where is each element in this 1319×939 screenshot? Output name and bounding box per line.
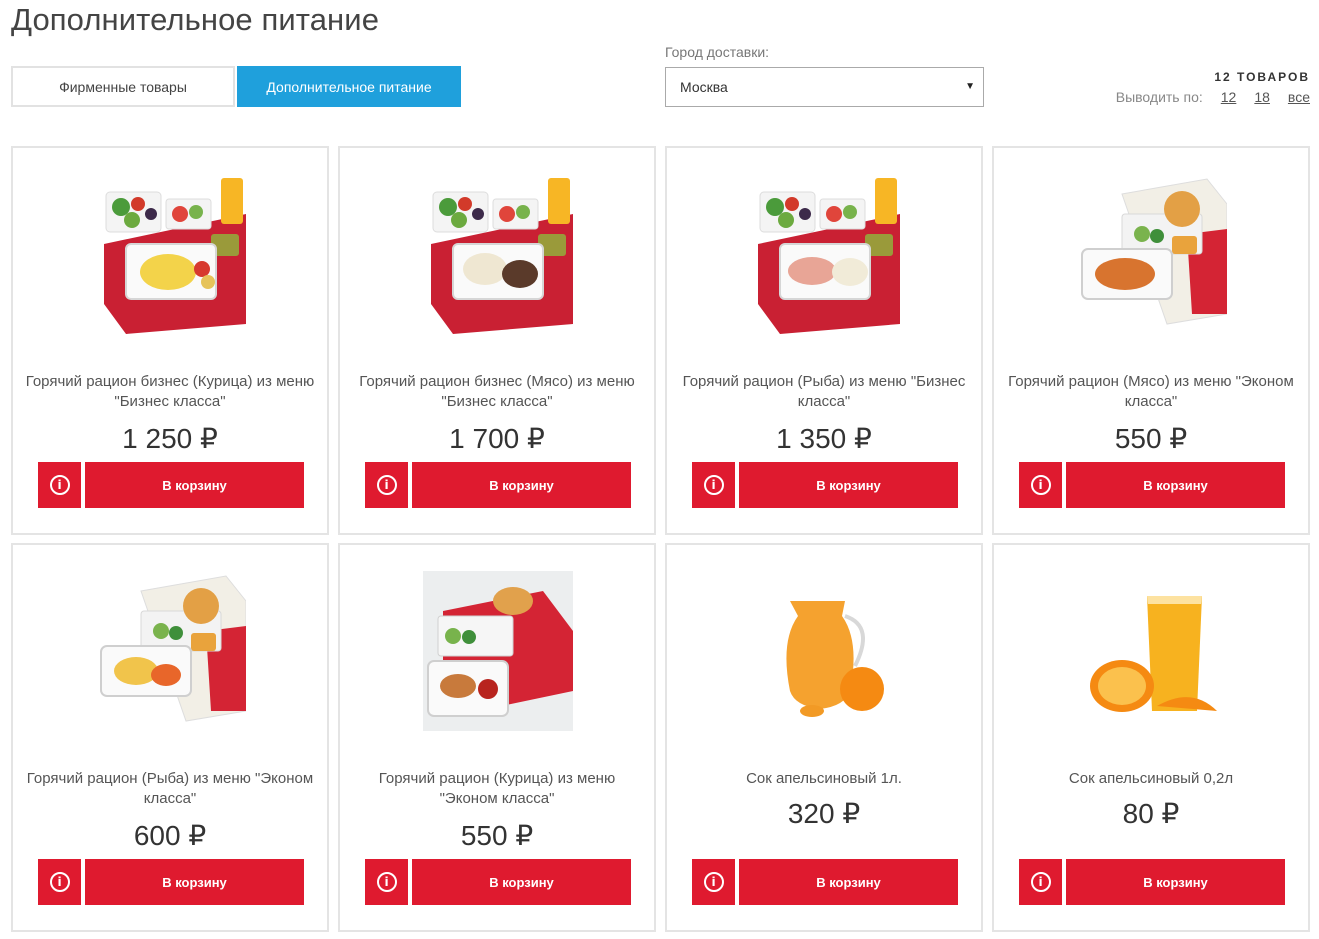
chevron-down-icon: ▼ [965,81,975,92]
per-page-12[interactable]: 12 [1221,89,1237,105]
per-page-all[interactable]: все [1288,89,1310,105]
product-price: 1 700 ₽ [449,423,545,454]
product-image[interactable] [750,571,900,731]
per-page-selector: Выводить по: 12 18 все [1116,89,1310,105]
city-label: Город доставки: [665,44,770,60]
add-to-cart-button[interactable]: В корзину [412,859,631,905]
info-button[interactable]: i [1019,859,1062,905]
category-tabs: Фирменные товары Дополнительное питание [11,66,461,107]
page-title: Дополнительное питание [11,2,380,37]
info-icon: i [376,872,397,892]
info-button[interactable]: i [692,859,735,905]
product-card: Сок апельсиновый 0,2л 80 ₽ i В корзину [992,543,1310,932]
product-name: Сок апельсиновый 1л. [746,770,902,787]
info-button[interactable]: i [38,462,81,508]
product-image[interactable] [96,571,246,731]
info-button[interactable]: i [38,859,81,905]
per-page-label: Выводить по: [1115,89,1203,105]
product-name: Горячий рацион бизнес (Мясо) из меню "Би… [359,373,635,410]
product-price: 320 ₽ [787,798,861,829]
info-icon: i [49,475,70,495]
add-to-cart-button[interactable]: В корзину [85,462,304,508]
product-image[interactable] [96,174,246,334]
product-name: Горячий рацион (Мясо) из меню "Эконом кл… [1008,373,1294,410]
product-price: 550 ₽ [1114,423,1188,454]
info-icon: i [1030,475,1051,495]
info-icon: i [1030,872,1051,892]
product-image[interactable] [1077,571,1227,731]
product-price: 80 ₽ [1122,798,1180,829]
info-button[interactable]: i [1019,462,1062,508]
city-select[interactable]: Москва ▼ [665,67,984,107]
city-select-value: Москва [680,79,728,95]
product-name: Горячий рацион бизнес (Курица) из меню "… [25,373,315,410]
tab-extra-meals[interactable]: Дополнительное питание [237,66,461,107]
product-card: Горячий рацион (Курица) из меню "Эконом … [338,543,656,932]
add-to-cart-button[interactable]: В корзину [739,859,958,905]
product-card: Горячий рацион (Мясо) из меню "Эконом кл… [992,146,1310,535]
per-page-18[interactable]: 18 [1254,89,1270,105]
product-name: Горячий рацион (Курица) из меню "Эконом … [378,770,616,807]
info-icon: i [49,872,70,892]
product-image[interactable] [750,174,900,334]
product-count: 12 ТОВАРОВ [1214,70,1310,84]
product-card: Горячий рацион бизнес (Мясо) из меню "Би… [338,146,656,535]
info-button[interactable]: i [365,462,408,508]
product-price: 600 ₽ [133,820,207,851]
product-price: 1 250 ₽ [122,423,218,454]
add-to-cart-button[interactable]: В корзину [1066,462,1285,508]
product-name: Горячий рацион (Рыба) из меню "Бизнес кл… [682,373,966,410]
product-name: Горячий рацион (Рыба) из меню "Эконом кл… [26,770,314,807]
add-to-cart-button[interactable]: В корзину [85,859,304,905]
info-icon: i [376,475,397,495]
add-to-cart-button[interactable]: В корзину [1066,859,1285,905]
product-card: Горячий рацион бизнес (Курица) из меню "… [11,146,329,535]
info-icon: i [703,475,724,495]
product-card: Горячий рацион (Рыба) из меню "Бизнес кл… [665,146,983,535]
add-to-cart-button[interactable]: В корзину [412,462,631,508]
info-icon: i [703,872,724,892]
product-card: Горячий рацион (Рыба) из меню "Эконом кл… [11,543,329,932]
tab-branded-goods[interactable]: Фирменные товары [11,66,235,107]
product-card: Сок апельсиновый 1л. 320 ₽ i В корзину [665,543,983,932]
product-image[interactable] [423,571,573,731]
info-button[interactable]: i [692,462,735,508]
product-price: 550 ₽ [460,820,534,851]
product-name: Сок апельсиновый 0,2л [1068,770,1234,787]
info-button[interactable]: i [365,859,408,905]
product-image[interactable] [1077,174,1227,334]
add-to-cart-button[interactable]: В корзину [739,462,958,508]
product-price: 1 350 ₽ [776,423,872,454]
product-image[interactable] [423,174,573,334]
